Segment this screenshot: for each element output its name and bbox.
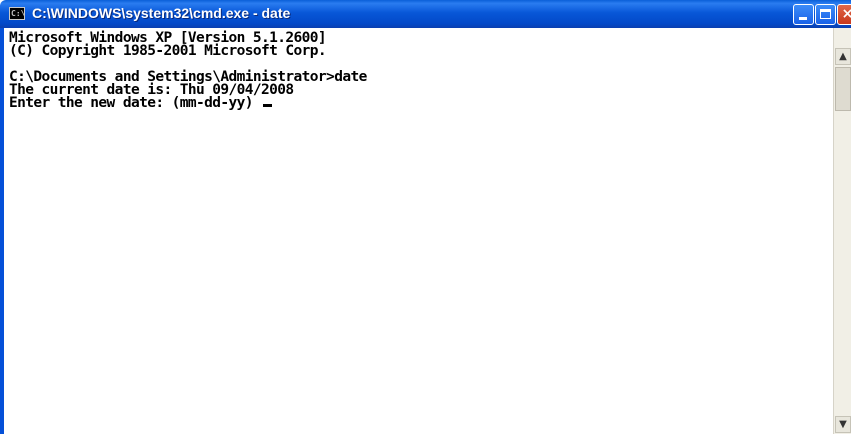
console-window: C:\ C:\WINDOWS\system32\cmd.exe - date ×…	[0, 0, 851, 434]
cmd-icon[interactable]: C:\	[9, 7, 25, 20]
scroll-up-button[interactable]: ▲	[835, 48, 851, 65]
maximize-icon	[820, 9, 831, 19]
date-prompt: Enter the new date: (mm-dd-yy)	[9, 95, 262, 111]
console-output[interactable]: Microsoft Windows XP [Version 5.1.2600] …	[4, 28, 833, 434]
close-button[interactable]: ×	[837, 4, 851, 25]
scroll-thumb[interactable]	[835, 67, 851, 111]
scroll-down-button[interactable]: ▼	[835, 416, 851, 433]
text-cursor	[263, 104, 273, 107]
up-arrow-icon: ▲	[839, 51, 847, 62]
title-bar[interactable]: C:\ C:\WINDOWS\system32\cmd.exe - date ×	[0, 0, 851, 28]
window-title: C:\WINDOWS\system32\cmd.exe - date	[32, 5, 291, 21]
close-icon: ×	[841, 6, 851, 22]
down-arrow-icon: ▼	[839, 419, 847, 430]
minimize-icon	[799, 17, 807, 20]
console-input-line[interactable]: Enter the new date: (mm-dd-yy)	[9, 95, 273, 111]
minimize-button[interactable]	[793, 4, 814, 25]
vertical-scrollbar[interactable]: ▲ ▼	[833, 28, 851, 434]
console-line: (C) Copyright 1985-2001 Microsoft Corp.	[9, 43, 327, 59]
maximize-button[interactable]	[815, 4, 836, 25]
